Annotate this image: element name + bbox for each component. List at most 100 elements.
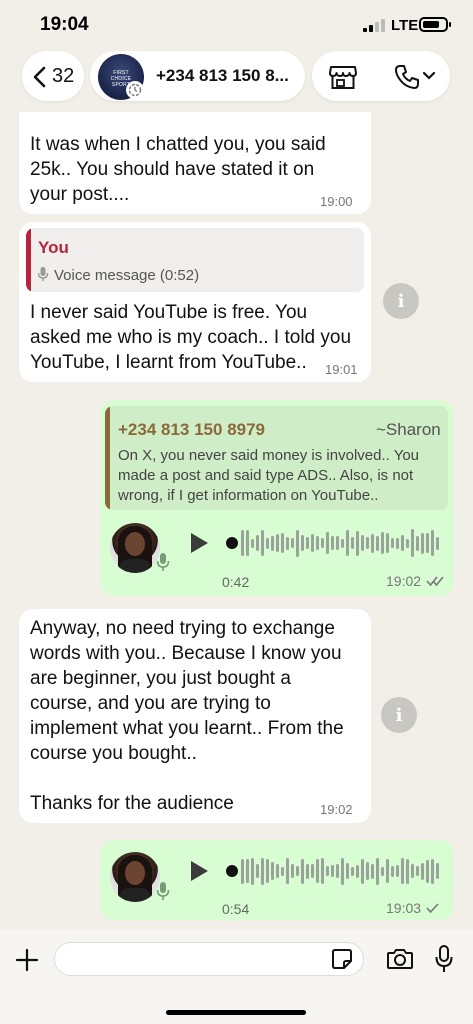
plus-icon[interactable] <box>15 948 39 972</box>
waveform-bar <box>341 538 344 548</box>
waveform-bar <box>266 537 269 549</box>
waveform-bar <box>256 864 259 878</box>
waveform-bar <box>256 535 259 551</box>
waveform-bar <box>431 858 434 884</box>
waveform-bar <box>296 866 299 876</box>
chat-header: 32 FIRST CHOICE SPORT +234 813 150 8... <box>0 48 473 106</box>
voice-duration: 0:42 <box>222 574 250 590</box>
waveform-bar <box>356 864 359 878</box>
chevron-left-icon <box>33 66 46 88</box>
waveform-bar <box>416 866 419 876</box>
header-actions <box>312 51 450 101</box>
microphone-icon <box>156 553 170 571</box>
playback-scrubber[interactable] <box>226 537 238 549</box>
waveform-bar <box>276 864 279 878</box>
message-time: 19:01 <box>325 362 358 377</box>
waveform-bar <box>436 536 439 550</box>
waveform-bar <box>311 864 314 878</box>
waveform-bar <box>326 866 329 876</box>
camera-icon[interactable] <box>386 947 414 971</box>
info-icon[interactable]: i <box>383 283 419 319</box>
home-indicator <box>166 1010 306 1015</box>
waveform-bar <box>421 532 424 554</box>
unread-count: 32 <box>52 65 75 87</box>
message-time: 19:02 <box>320 802 353 817</box>
message-input[interactable] <box>54 942 364 976</box>
waveform-bar <box>386 533 389 553</box>
play-button[interactable] <box>191 861 208 881</box>
message-bubble-incoming[interactable]: It was when I chatted you, you said 25k.… <box>19 112 371 214</box>
message-time: 19:02 <box>386 573 422 589</box>
voice-waveform[interactable] <box>241 528 439 558</box>
voice-waveform[interactable] <box>241 856 439 886</box>
waveform-bar <box>376 535 379 551</box>
waveform-bar <box>326 532 329 554</box>
waveform-bar <box>396 865 399 877</box>
waveform-bar <box>281 866 284 876</box>
message-text: Anyway, no need trying to exchange words… <box>30 618 344 814</box>
message-bubble-incoming[interactable]: Anyway, no need trying to exchange words… <box>19 609 371 823</box>
status-bar: 19:04 LTE <box>0 0 473 46</box>
playback-scrubber[interactable] <box>226 865 238 877</box>
waveform-bar <box>241 858 244 884</box>
waveform-bar <box>396 537 399 549</box>
waveform-bar <box>351 537 354 549</box>
waveform-bar <box>286 536 289 550</box>
waveform-bar <box>426 859 429 883</box>
waveform-bar <box>391 538 394 548</box>
waveform-bar <box>246 859 249 883</box>
waveform-bar <box>296 529 299 557</box>
waveform-bar <box>381 866 384 876</box>
waveform-bar <box>301 535 304 551</box>
message-time: 19:03 <box>386 900 422 916</box>
quote-author-alias: ~Sharon <box>376 420 441 439</box>
waveform-bar <box>346 863 349 879</box>
store-icon[interactable] <box>328 64 358 90</box>
message-bubble-outgoing[interactable]: 0:54 19:03 <box>100 840 454 920</box>
quote-bar <box>26 228 31 292</box>
waveform-bar <box>366 537 369 549</box>
avatar <box>110 852 160 902</box>
waveform-bar <box>331 865 334 877</box>
waveform-bar <box>346 530 349 556</box>
message-bubble-outgoing[interactable]: +234 813 150 8979 ~Sharon On X, you neve… <box>100 400 454 596</box>
sticker-icon[interactable] <box>331 948 353 970</box>
contact-name: +234 813 150 8... <box>156 66 289 85</box>
waveform-bar <box>306 537 309 549</box>
waveform-bar <box>416 535 419 551</box>
waveform-bar <box>376 857 379 885</box>
signal-icon <box>363 18 387 32</box>
waveform-bar <box>291 538 294 548</box>
waveform-bar <box>261 857 264 885</box>
waveform-bar <box>361 535 364 551</box>
waveform-bar <box>276 534 279 552</box>
waveform-bar <box>266 859 269 883</box>
info-icon[interactable]: i <box>381 697 417 733</box>
play-button[interactable] <box>191 533 208 553</box>
phone-icon[interactable] <box>394 64 420 90</box>
waveform-bar <box>311 534 314 552</box>
message-text: I never said YouTube is free. You asked … <box>30 302 352 373</box>
waveform-bar <box>301 858 304 884</box>
waveform-bar <box>336 864 339 878</box>
avatar <box>110 523 160 573</box>
message-bubble-incoming[interactable]: You Voice message (0:52) I never said Yo… <box>19 222 371 382</box>
microphone-icon[interactable] <box>435 945 453 973</box>
chevron-down-icon[interactable] <box>422 71 436 81</box>
contact-info-button[interactable]: FIRST CHOICE SPORT +234 813 150 8... <box>90 51 305 101</box>
waveform-bar <box>286 858 289 884</box>
waveform-bar <box>241 530 244 556</box>
battery-level <box>423 21 439 28</box>
waveform-bar <box>406 858 409 884</box>
waveform-bar <box>316 536 319 550</box>
waveform-bar <box>361 858 364 884</box>
quoted-message[interactable]: +234 813 150 8979 ~Sharon On X, you neve… <box>105 406 448 510</box>
waveform-bar <box>331 536 334 550</box>
back-button[interactable]: 32 <box>22 51 84 101</box>
waveform-bar <box>351 866 354 876</box>
waveform-bar <box>336 536 339 550</box>
waveform-bar <box>386 859 389 883</box>
quoted-message[interactable]: You Voice message (0:52) <box>26 228 364 292</box>
waveform-bar <box>371 533 374 553</box>
waveform-bar <box>291 864 294 878</box>
